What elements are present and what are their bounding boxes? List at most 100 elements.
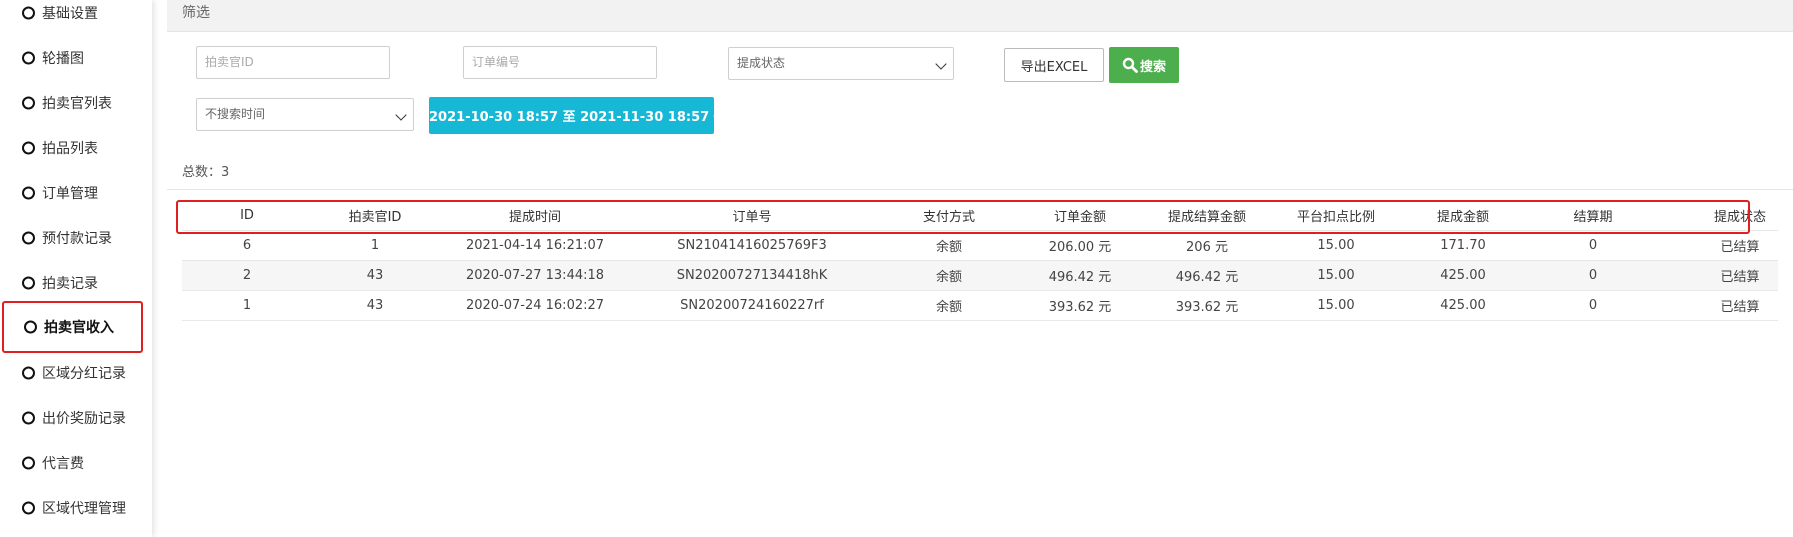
sidebar-item-label: 代言费: [42, 455, 84, 472]
sidebar-item-regional-dividend[interactable]: 区域分红记录: [0, 350, 152, 395]
chevron-down-icon: [935, 58, 947, 70]
export-excel-label: 导出EXCEL: [1020, 59, 1088, 75]
column-header: 提成结算金额: [1167, 209, 1247, 225]
date-range-button[interactable]: 2021-10-30 18:57 至 2021-11-30 18:57: [429, 97, 714, 134]
sidebar-item-basic-settings[interactable]: 基础设置: [0, 0, 152, 35]
sidebar-item-order-management[interactable]: 订单管理: [0, 170, 152, 215]
circle-icon: [22, 186, 35, 199]
table-row: 1 43 2020-07-24 16:02:27 SN2020072416022…: [182, 291, 1778, 321]
cell-id: 1: [242, 298, 252, 313]
table-row: 6 1 2021-04-14 16:21:07 SN21041416025769…: [182, 231, 1778, 261]
cell-payment-method: 余额: [935, 300, 963, 315]
cell-time: 2021-04-14 16:21:07: [465, 238, 605, 253]
cell-status: 已结算: [1720, 240, 1760, 255]
order-no-input[interactable]: 订单编号: [463, 46, 657, 79]
circle-icon: [22, 501, 35, 514]
cell-commission: 425.00: [1440, 268, 1486, 283]
sidebar-item-lot-list[interactable]: 拍品列表: [0, 125, 152, 170]
cell-platform-rate: 15.00: [1317, 268, 1355, 283]
circle-icon: [22, 96, 35, 109]
total-count: 总数：3: [182, 165, 230, 180]
order-no-placeholder: 订单编号: [472, 55, 521, 69]
cell-payment-method: 余额: [935, 270, 963, 285]
sidebar-item-label: 拍卖官收入: [44, 320, 114, 336]
sidebar-item-endorsement-fee[interactable]: 代言费: [0, 440, 152, 485]
column-header: 提成时间: [508, 209, 562, 225]
sidebar-item-auctioneer-income[interactable]: 拍卖官收入: [2, 301, 143, 353]
cell-platform-rate: 15.00: [1317, 298, 1355, 313]
time-mode-value: 不搜索时间: [205, 107, 266, 121]
filter-header: 筛选: [167, 0, 1793, 32]
cell-settlement-amount: 496.42 元: [1175, 270, 1239, 285]
auctioneer-id-placeholder: 拍卖官ID: [205, 55, 254, 69]
cell-period: 0: [1588, 268, 1598, 283]
sidebar-item-label: 区域分红记录: [42, 365, 126, 382]
circle-icon: [22, 276, 35, 289]
chevron-down-icon: [395, 109, 407, 121]
main-content: 筛选 拍卖官ID 订单编号 提成状态 导出EXCEL 搜索 不搜索时间 2021…: [167, 0, 1793, 537]
time-mode-select[interactable]: 不搜索时间: [196, 98, 414, 131]
calendar-icon: [713, 115, 714, 116]
sidebar-item-prepayment-records[interactable]: 预付款记录: [0, 215, 152, 260]
cell-period: 0: [1588, 238, 1598, 253]
export-excel-button[interactable]: 导出EXCEL: [1004, 48, 1104, 82]
sidebar: 基础设置 轮播图 拍卖官列表 拍品列表 订单管理 预付款记录 拍卖记录 拍卖官收…: [0, 0, 152, 537]
cell-auctioneer-id: 43: [366, 268, 384, 283]
cell-commission: 425.00: [1440, 298, 1486, 313]
column-header: 拍卖官ID: [348, 209, 402, 225]
cell-order-no: SN21041416025769F3: [677, 238, 827, 253]
circle-icon: [22, 6, 35, 19]
circle-icon: [22, 366, 35, 379]
sidebar-item-label: 拍卖记录: [42, 275, 98, 292]
column-header: 结算期: [1573, 209, 1613, 225]
cell-commission: 171.70: [1440, 238, 1486, 253]
column-header: ID: [240, 207, 254, 223]
cell-id: 2: [242, 268, 252, 283]
cell-order-no: SN20200724160227rf: [680, 298, 824, 313]
circle-icon: [22, 231, 35, 244]
sidebar-item-label: 拍卖官列表: [42, 95, 112, 112]
cell-status: 已结算: [1720, 270, 1760, 285]
cell-settlement-amount: 393.62 元: [1175, 300, 1239, 315]
sidebar-item-label: 拍品列表: [42, 140, 98, 157]
cell-period: 0: [1588, 298, 1598, 313]
column-header: 订单号: [732, 209, 772, 225]
table-row: 2 43 2020-07-27 13:44:18 SN2020072713441…: [182, 261, 1778, 291]
auctioneer-id-input[interactable]: 拍卖官ID: [196, 46, 390, 79]
date-range-label: 2021-10-30 18:57 至 2021-11-30 18:57: [429, 110, 710, 125]
filter-title: 筛选: [182, 5, 210, 21]
cell-auctioneer-id: 1: [370, 238, 380, 253]
sidebar-item-regional-agent[interactable]: 区域代理管理: [0, 485, 152, 530]
sidebar-item-label: 基础设置: [42, 5, 98, 22]
sidebar-item-auction-records[interactable]: 拍卖记录: [0, 260, 152, 305]
column-header: 订单金额: [1053, 209, 1107, 225]
cell-auctioneer-id: 43: [366, 298, 384, 313]
sidebar-item-label: 订单管理: [42, 185, 98, 202]
withdraw-status-select[interactable]: 提成状态: [728, 47, 954, 80]
search-icon: [1122, 57, 1138, 73]
sidebar-item-bid-reward[interactable]: 出价奖励记录: [0, 395, 152, 440]
column-header: 提成金额: [1436, 209, 1490, 225]
income-table: ID 拍卖官ID 提成时间 订单号 支付方式 订单金额 提成结算金额 平台扣点比…: [182, 200, 1778, 321]
column-header: 支付方式: [922, 209, 976, 225]
circle-icon: [22, 141, 35, 154]
column-header: 提成状态: [1713, 209, 1767, 225]
cell-order-amount: 393.62 元: [1048, 300, 1112, 315]
sidebar-item-label: 出价奖励记录: [42, 410, 126, 427]
cell-order-no: SN20200727134418hK: [676, 268, 828, 283]
table-header-row: ID 拍卖官ID 提成时间 订单号 支付方式 订单金额 提成结算金额 平台扣点比…: [182, 200, 1778, 231]
cell-order-amount: 496.42 元: [1048, 270, 1112, 285]
search-label: 搜索: [1139, 59, 1166, 75]
column-header: 平台扣点比例: [1296, 209, 1376, 225]
cell-time: 2020-07-27 13:44:18: [465, 268, 605, 283]
sidebar-item-carousel[interactable]: 轮播图: [0, 35, 152, 80]
sidebar-item-label: 预付款记录: [42, 230, 112, 247]
circle-icon: [24, 320, 37, 334]
cell-status: 已结算: [1720, 300, 1760, 315]
search-button[interactable]: 搜索: [1109, 47, 1179, 83]
cell-id: 6: [242, 238, 252, 253]
circle-icon: [22, 411, 35, 424]
cell-time: 2020-07-24 16:02:27: [465, 298, 605, 313]
sidebar-item-auctioneer-list[interactable]: 拍卖官列表: [0, 80, 152, 125]
withdraw-status-value: 提成状态: [737, 56, 786, 70]
